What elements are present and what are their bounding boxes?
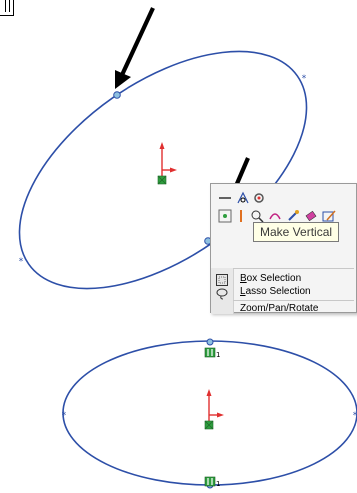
context-menu: Box Selection Lasso Selection Zoom/Pan/R…	[210, 183, 357, 315]
menu-item-zoom-pan-rotate[interactable]: Zoom/Pan/Rotate	[240, 303, 318, 315]
menu-item-box-selection[interactable]: Box Selection	[240, 273, 301, 285]
line-tool-icon[interactable]	[217, 190, 233, 206]
minor-axis-point-left2: *	[62, 411, 67, 421]
minor-axis-point-right: *	[302, 74, 307, 84]
menu-item-lasso-selection[interactable]: Lasso Selection	[240, 286, 311, 298]
origin-icon-2	[204, 389, 224, 430]
minor-axis-point-left: *	[19, 257, 24, 267]
smart-dimension-icon[interactable]	[251, 190, 267, 206]
major-axis-point-upper[interactable]	[206, 338, 214, 346]
tangent-tool-icon[interactable]	[235, 190, 251, 206]
origin-icon	[157, 142, 177, 185]
menu-separator-2	[233, 300, 354, 301]
svg-text:1: 1	[216, 351, 220, 359]
minor-axis-point-right2: *	[353, 411, 357, 421]
make-vertical-icon[interactable]	[233, 208, 249, 224]
vertical-relation-icon-top: 1	[204, 347, 220, 359]
menu-separator	[233, 268, 354, 269]
make-vertical-tooltip: Make Vertical	[253, 222, 340, 242]
box-selection-icon	[216, 273, 228, 286]
major-axis-point-top[interactable]	[113, 91, 121, 99]
svg-text:1: 1	[216, 480, 220, 488]
horizontal-ellipse[interactable]	[62, 340, 357, 486]
lasso-selection-icon	[216, 287, 228, 300]
pointer-tool-icon[interactable]	[217, 208, 233, 224]
